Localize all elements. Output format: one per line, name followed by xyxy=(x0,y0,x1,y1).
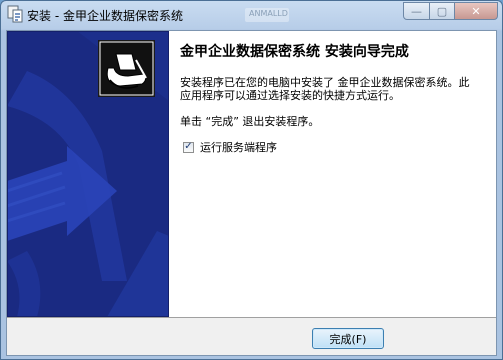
minimize-icon: — xyxy=(411,4,422,18)
product-logo-icon xyxy=(98,40,155,97)
wizard-content: 金甲企业数据保密系统 安装向导完成 安装程序已在您的电脑中安装了 金甲企业数据保… xyxy=(98,31,496,317)
wizard-client-area: 金甲企业数据保密系统 安装向导完成 安装程序已在您的电脑中安装了 金甲企业数据保… xyxy=(6,30,497,356)
checkmark-icon: ✓ xyxy=(184,141,193,152)
installer-app-icon xyxy=(7,5,23,23)
maximize-button[interactable]: ▢ xyxy=(429,2,455,20)
minimize-button[interactable]: — xyxy=(403,2,430,20)
completion-message: 安装程序已在您的电脑中安装了 金甲企业数据保密系统。此应用程序可以通过选择安装的… xyxy=(180,76,470,102)
exit-instruction: 单击 “完成” 退出安装程序。 xyxy=(180,115,320,128)
run-server-label[interactable]: 运行服务端程序 xyxy=(200,139,277,155)
page-title: 金甲企业数据保密系统 安装向导完成 xyxy=(180,44,409,60)
installer-window: 安装 - 金甲企业数据保密系统 ANMALLD — ▢ ✕ 金甲企业数据保密系统… xyxy=(0,0,503,360)
maximize-icon: ▢ xyxy=(436,4,448,18)
close-button[interactable]: ✕ xyxy=(454,2,498,20)
window-title: 安装 - 金甲企业数据保密系统 xyxy=(27,9,183,23)
run-server-checkbox[interactable]: ✓ xyxy=(183,141,194,153)
background-window-hint: ANMALLD xyxy=(245,8,289,22)
close-icon: ✕ xyxy=(471,4,481,18)
finish-button-label: 完成(F) xyxy=(329,332,367,346)
finish-button[interactable]: 完成(F) xyxy=(312,328,384,349)
footer-divider xyxy=(7,317,496,318)
title-bar[interactable]: 安装 - 金甲企业数据保密系统 ANMALLD — ▢ ✕ xyxy=(1,1,502,31)
run-server-option[interactable]: ✓ 运行服务端程序 xyxy=(183,140,277,154)
